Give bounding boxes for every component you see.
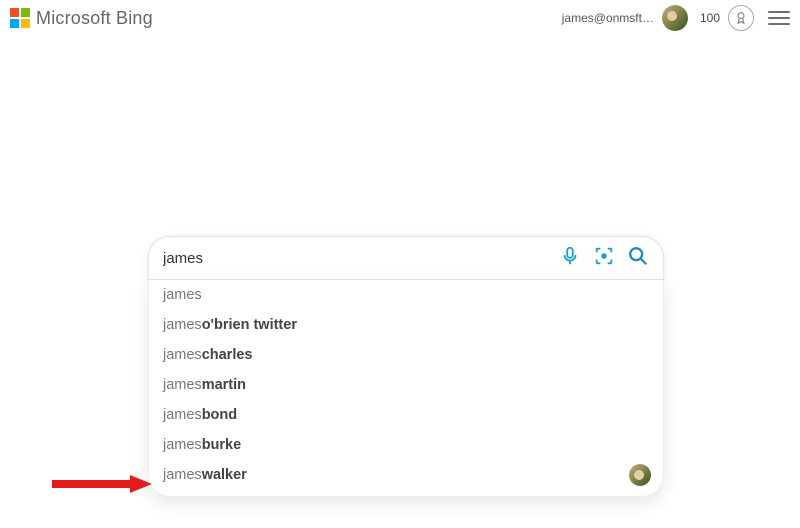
hamburger-icon[interactable] xyxy=(768,9,790,27)
suggestion-prefix: james xyxy=(163,347,202,363)
bing-logo[interactable]: Microsoft Bing xyxy=(10,8,153,29)
suggestion-bold: walker xyxy=(202,467,247,483)
suggestion-item[interactable]: james walker xyxy=(149,460,663,490)
microsoft-icon xyxy=(10,8,30,28)
avatar[interactable] xyxy=(662,5,688,31)
suggestion-avatar xyxy=(629,464,651,486)
search-box[interactable] xyxy=(148,236,664,280)
suggestion-prefix: james xyxy=(163,317,202,333)
suggestions-dropdown: jamesjames o'brien twitterjames charlesj… xyxy=(148,280,664,497)
suggestion-prefix: james xyxy=(163,377,202,393)
visual-search-icon[interactable] xyxy=(593,245,615,272)
suggestion-item[interactable]: james martin xyxy=(149,370,663,400)
voice-search-icon[interactable] xyxy=(559,245,581,272)
suggestion-prefix: james xyxy=(163,407,202,423)
suggestion-item[interactable]: james o'brien twitter xyxy=(149,310,663,340)
suggestion-prefix: james xyxy=(163,467,202,483)
brand-text: Microsoft Bing xyxy=(36,8,153,29)
suggestion-item[interactable]: james charles xyxy=(149,340,663,370)
suggestion-prefix: james xyxy=(163,287,202,303)
suggestion-bold: o'brien twitter xyxy=(202,317,297,333)
suggestion-item[interactable]: james bond xyxy=(149,400,663,430)
search-input[interactable] xyxy=(163,250,559,267)
suggestion-prefix: james xyxy=(163,437,202,453)
rewards-icon[interactable] xyxy=(728,5,754,31)
rewards-count[interactable]: 100 xyxy=(700,11,720,25)
suggestion-bold: martin xyxy=(202,377,246,393)
suggestion-bold: bond xyxy=(202,407,237,423)
search-icon[interactable] xyxy=(627,245,649,272)
suggestion-bold: burke xyxy=(202,437,242,453)
user-email[interactable]: james@onmsft… xyxy=(562,11,654,25)
suggestion-item[interactable]: james burke xyxy=(149,430,663,460)
suggestion-item[interactable]: james xyxy=(149,280,663,310)
annotation-arrow xyxy=(52,475,152,493)
suggestion-bold: charles xyxy=(202,347,253,363)
